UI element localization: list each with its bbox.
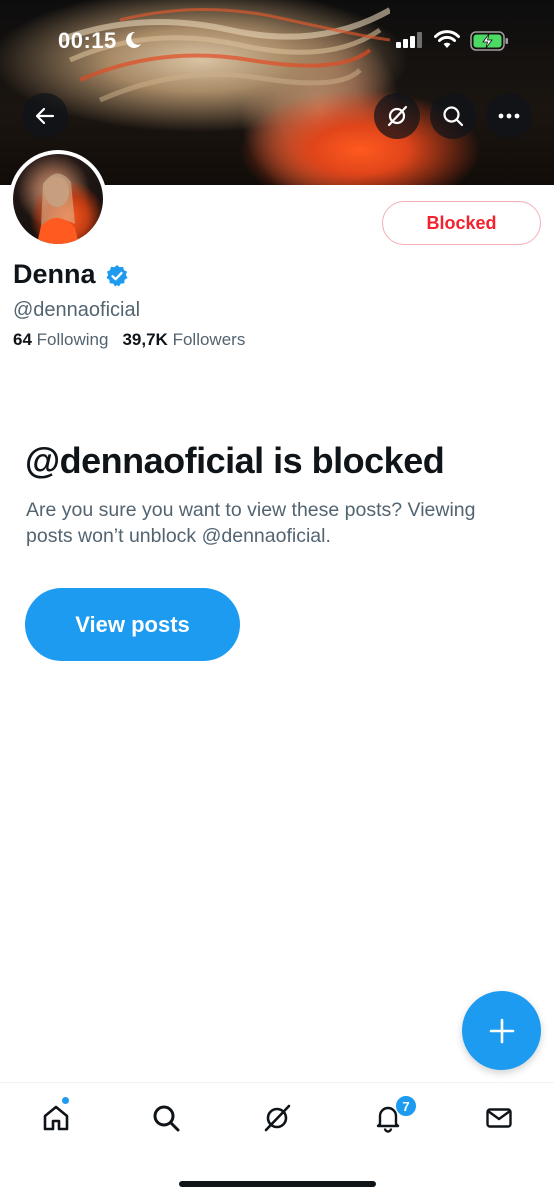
view-posts-button[interactable]: View posts xyxy=(25,588,240,661)
avatar[interactable] xyxy=(9,150,107,248)
display-name: Denna xyxy=(13,259,96,289)
grok-icon xyxy=(387,105,408,127)
blocked-button[interactable]: Blocked xyxy=(382,201,541,245)
following-label: Following xyxy=(36,330,109,349)
home-notification-dot xyxy=(61,1096,70,1105)
grok-button[interactable] xyxy=(374,93,420,139)
tab-messages[interactable] xyxy=(479,1100,519,1136)
profile-handle: @dennaoficial xyxy=(13,299,141,321)
tab-grok[interactable] xyxy=(257,1100,297,1136)
compose-fab[interactable] xyxy=(462,991,541,1070)
tab-search[interactable] xyxy=(146,1100,186,1136)
followers-label: Followers xyxy=(172,330,246,349)
search-icon xyxy=(443,106,464,127)
moon-icon xyxy=(126,31,141,48)
notifications-badge: 7 xyxy=(395,1095,417,1117)
followers-link[interactable]: 39,7K Followers xyxy=(122,330,245,349)
profile-name-row: Denna xyxy=(13,259,129,290)
blocked-title: @dennaoficial is blocked xyxy=(25,440,445,481)
back-button[interactable] xyxy=(22,93,68,139)
status-bar: 00:15 xyxy=(0,0,554,80)
signal-icon xyxy=(396,32,422,48)
mail-icon xyxy=(486,1108,512,1128)
search-icon xyxy=(153,1105,180,1132)
avatar-figure xyxy=(37,173,79,244)
grok-icon xyxy=(264,1104,291,1132)
followers-count: 39,7K xyxy=(122,330,168,349)
home-indicator[interactable] xyxy=(179,1181,376,1187)
back-arrow-icon xyxy=(35,107,55,125)
following-count: 64 xyxy=(13,330,32,349)
tab-home[interactable] xyxy=(36,1100,76,1136)
battery-charging-icon xyxy=(470,31,508,51)
search-button[interactable] xyxy=(430,93,476,139)
avatar-image xyxy=(13,154,103,244)
home-icon xyxy=(43,1105,69,1131)
more-icon xyxy=(498,113,520,119)
wifi-icon xyxy=(434,30,460,48)
follow-stats: 64 Following 39,7K Followers xyxy=(13,330,245,350)
more-button[interactable] xyxy=(486,93,532,139)
following-link[interactable]: 64 Following xyxy=(13,330,108,349)
verified-badge-icon[interactable] xyxy=(105,264,129,288)
plus-icon xyxy=(489,1018,514,1043)
status-time: 00:15 xyxy=(58,28,117,53)
blocked-description: Are you sure you want to view these post… xyxy=(26,499,476,547)
